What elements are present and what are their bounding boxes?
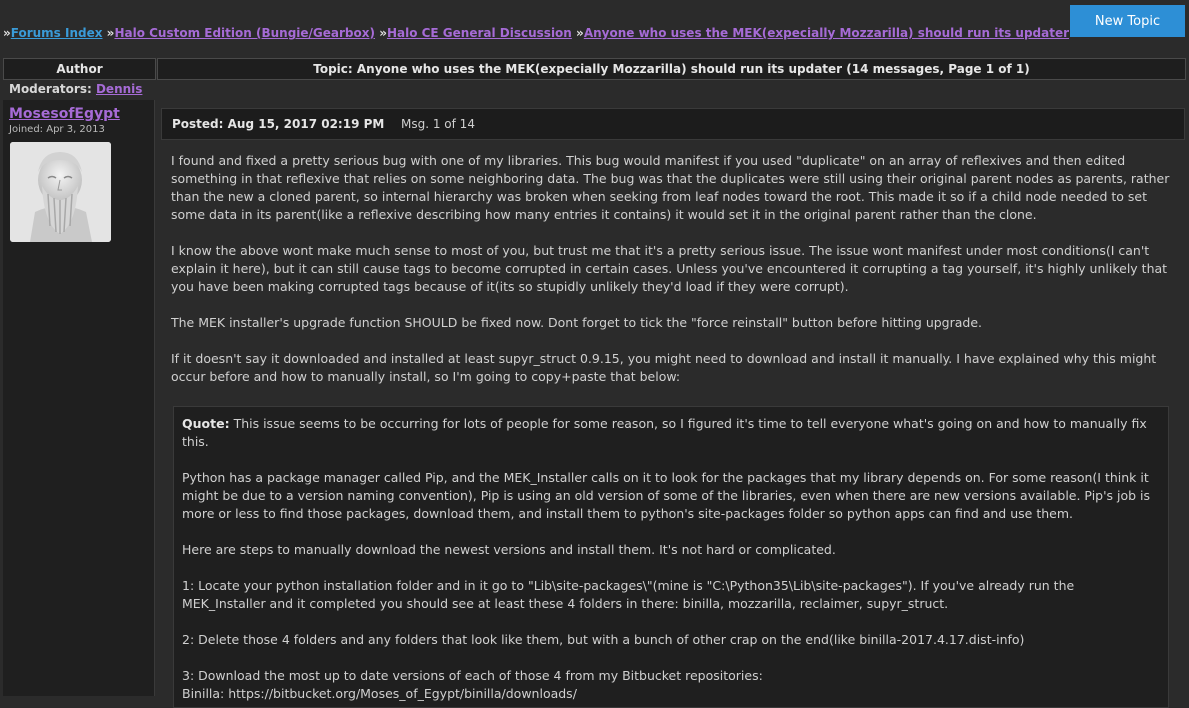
post-paragraph: I know the above wont make much sense to…	[171, 243, 1168, 294]
post-header: Posted: Aug 15, 2017 02:19 PM Msg. 1 of …	[161, 108, 1185, 140]
post-body: I found and fixed a pretty serious bug w…	[171, 152, 1171, 404]
quote-label: Quote:	[182, 416, 230, 431]
quote-text: This issue seems to be occurring for lot…	[182, 416, 1147, 449]
breadcrumb-forums-index[interactable]: Forums Index	[11, 26, 103, 40]
quote-block: Quote: This issue seems to be occurring …	[173, 406, 1169, 708]
breadcrumb-halo-ce[interactable]: Halo Custom Edition (Bungie/Gearbox)	[114, 26, 375, 40]
avatar	[10, 142, 111, 242]
moderator-link[interactable]: Dennis	[96, 82, 142, 96]
quote-first-paragraph: Quote: This issue seems to be occurring …	[182, 415, 1160, 451]
post-paragraph: If it doesn't say it downloaded and inst…	[171, 351, 1157, 384]
quote-paragraph: Here are steps to manually download the …	[182, 542, 836, 557]
breadcrumb: »Forums Index »Halo Custom Edition (Bung…	[3, 26, 1069, 40]
post-paragraph: The MEK installer's upgrade function SHO…	[171, 315, 983, 330]
breadcrumb-current-topic[interactable]: Anyone who uses the MEK(expecially Mozza…	[584, 26, 1069, 40]
breadcrumb-separator: »	[379, 26, 387, 40]
moderators-line: Moderators: Dennis	[9, 82, 142, 96]
post-paragraph: I found and fixed a pretty serious bug w…	[171, 153, 1170, 222]
quote-link-line[interactable]: Binilla: https://bitbucket.org/Moses_of_…	[182, 685, 1160, 703]
breadcrumb-separator: »	[3, 26, 11, 40]
post-container: Posted: Aug 15, 2017 02:19 PM Msg. 1 of …	[158, 100, 1186, 708]
top-bar: »Forums Index »Halo Custom Edition (Bung…	[0, 0, 1189, 52]
quote-paragraph: 3: Download the most up to date versions…	[182, 668, 763, 683]
author-column-header: Author	[3, 58, 156, 80]
quote-paragraph: 1: Locate your python installation folde…	[182, 578, 1075, 611]
quote-paragraph: 2: Delete those 4 folders and any folder…	[182, 632, 1025, 647]
author-username[interactable]: MosesofEgypt	[9, 106, 120, 122]
moderators-label: Moderators:	[9, 82, 92, 96]
quote-paragraph: Python has a package manager called Pip,…	[182, 470, 1151, 521]
message-number: Msg. 1 of 14	[401, 117, 475, 131]
new-topic-button[interactable]: New Topic	[1070, 5, 1185, 37]
bearded-statue-avatar-icon	[10, 142, 111, 242]
breadcrumb-general-discussion[interactable]: Halo CE General Discussion	[387, 26, 572, 40]
author-sidebar: MosesofEgypt Joined: Apr 3, 2013	[3, 100, 155, 696]
table-header: Author Topic: Anyone who uses the MEK(ex…	[3, 58, 1186, 80]
topic-title-header: Topic: Anyone who uses the MEK(expeciall…	[157, 58, 1186, 80]
author-joined-date: Joined: Apr 3, 2013	[9, 124, 105, 135]
breadcrumb-separator: »	[576, 26, 584, 40]
posted-date: Posted: Aug 15, 2017 02:19 PM	[172, 117, 385, 131]
